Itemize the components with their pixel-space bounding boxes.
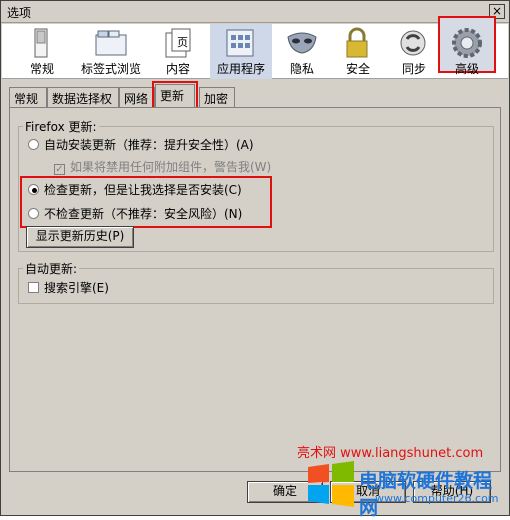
sync-icon <box>400 30 426 56</box>
toolbar-label: 安全 <box>345 62 370 76</box>
option-label: 不检查更新（不推荐：安全风险）(N) <box>44 207 243 221</box>
toolbar-label: 应用程序 <box>216 62 265 76</box>
toolbar-label: 标签式浏览 <box>80 62 141 76</box>
options-dialog: 选项 × 常规 标签式浏览 页 内容 应用程序 隐私 安全 同步 高级 常规 数… <box>0 0 510 519</box>
toolbar-item-general[interactable]: 常规 <box>12 24 72 79</box>
checkbox[interactable] <box>28 282 39 293</box>
never-check-option[interactable]: 不检查更新（不推荐：安全风险）(N) <box>28 205 242 222</box>
group-legend: Firefox 更新: <box>25 120 97 134</box>
padlock-icon <box>346 27 368 58</box>
radio-button[interactable] <box>28 208 39 219</box>
window-title: 选项 <box>7 6 32 20</box>
tab-network[interactable]: 网络 <box>119 87 155 107</box>
page-icon: 页 <box>165 28 191 58</box>
tab-encryption[interactable]: 加密 <box>199 87 235 107</box>
toolbar-item-security[interactable]: 安全 <box>328 24 388 79</box>
toolbar-item-content[interactable]: 页 内容 <box>148 24 208 79</box>
watermark-site: 亮术网 www.liangshunet.com <box>297 446 484 461</box>
tab-data-choices[interactable]: 数据选择权 <box>47 87 119 107</box>
toolbar-item-advanced[interactable]: 高级 <box>438 16 496 76</box>
watermark-url: www.computer26.com <box>375 492 499 505</box>
option-label: 自动安装更新（推荐：提升安全性）(A) <box>44 138 254 152</box>
toolbar-label: 常规 <box>29 62 54 76</box>
group-legend: 自动更新: <box>25 262 78 276</box>
svg-text:页: 页 <box>177 36 188 49</box>
preferences-toolbar: 常规 标签式浏览 页 内容 应用程序 隐私 安全 同步 高级 <box>2 16 508 79</box>
toolbar-item-sync[interactable]: 同步 <box>384 24 444 79</box>
toolbar-item-applications[interactable]: 应用程序 <box>210 24 272 79</box>
tab-general[interactable]: 常规 <box>9 87 47 107</box>
search-engines-option[interactable]: 搜索引擎(E) <box>28 279 109 296</box>
option-label: 搜索引擎(E) <box>44 281 109 295</box>
tabs-window-icon <box>95 30 127 56</box>
update-tab-panel: Firefox 更新: 自动安装更新（推荐：提升安全性）(A) ✓ 如果将禁用任何… <box>9 107 501 472</box>
windows-logo-icon <box>308 461 354 507</box>
check-but-ask-option[interactable]: 检查更新，但是让我选择是否安装(C) <box>28 181 242 198</box>
applications-icon <box>226 29 254 57</box>
toolbar-label: 隐私 <box>289 62 314 76</box>
show-update-history-button[interactable]: 显示更新历史(P) <box>26 226 134 248</box>
switch-icon <box>34 28 48 58</box>
toolbar-label: 高级 <box>454 62 479 76</box>
title-bar: 选项 × <box>1 1 509 23</box>
toolbar-item-privacy[interactable]: 隐私 <box>272 24 332 79</box>
checkbox: ✓ <box>54 164 65 175</box>
toolbar-label: 同步 <box>401 62 426 76</box>
warn-addons-option: ✓ 如果将禁用任何附加组件，警告我(W) <box>54 158 271 175</box>
radio-button[interactable] <box>28 184 39 195</box>
toolbar-item-tabs[interactable]: 标签式浏览 <box>78 24 144 79</box>
option-label: 如果将禁用任何附加组件，警告我(W) <box>70 160 272 174</box>
gear-icon <box>452 28 482 58</box>
auto-install-option[interactable]: 自动安装更新（推荐：提升安全性）(A) <box>28 136 254 153</box>
option-label: 检查更新，但是让我选择是否安装(C) <box>44 183 242 197</box>
tab-update[interactable]: 更新 <box>152 81 198 111</box>
mask-icon <box>287 32 317 54</box>
toolbar-label: 内容 <box>165 62 190 76</box>
radio-button[interactable] <box>28 139 39 150</box>
